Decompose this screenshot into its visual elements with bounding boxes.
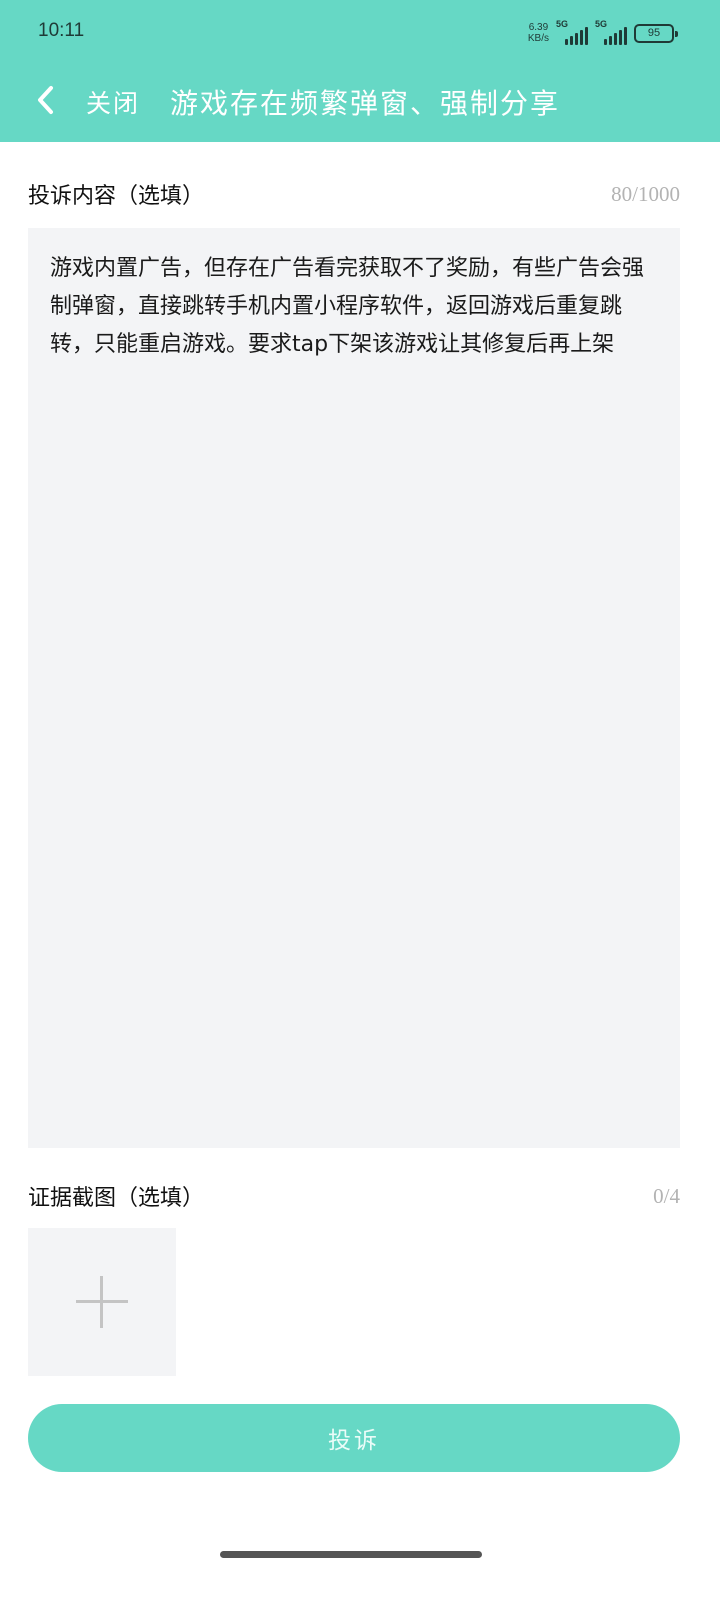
home-indicator[interactable] bbox=[220, 1551, 482, 1558]
battery-icon: 95 bbox=[634, 23, 678, 43]
complaint-content-label: 投诉内容（选填） bbox=[28, 184, 205, 209]
chevron-left-icon bbox=[38, 86, 53, 114]
complaint-textarea[interactable]: 游戏内置广告，但存在广告看完获取不了奖励，有些广告会强制弹窗，直接跳转手机内置小… bbox=[28, 228, 680, 1148]
network-speed: 6.39 KB/s bbox=[528, 22, 549, 44]
complaint-text: 游戏内置广告，但存在广告看完获取不了奖励，有些广告会强制弹窗，直接跳转手机内置小… bbox=[50, 256, 645, 357]
evidence-counter: 0/4 bbox=[653, 1184, 680, 1208]
status-icons: 6.39 KB/s 5G 5G 95 bbox=[528, 18, 678, 48]
complaint-char-counter: 80/1000 bbox=[611, 182, 680, 206]
back-button[interactable] bbox=[28, 82, 62, 118]
page-title: 游戏存在频繁弹窗、强制分享 bbox=[170, 87, 561, 120]
submit-complaint-button[interactable]: 投诉 bbox=[28, 1404, 680, 1472]
network-speed-value: 6.39 bbox=[528, 22, 549, 33]
app-header: 10:11 6.39 KB/s 5G 5G 95 关闭 游戏存在频繁弹窗、强制分… bbox=[0, 0, 720, 142]
signal-icon-sim2: 5G bbox=[595, 19, 627, 45]
evidence-screenshot-label: 证据截图（选填） bbox=[28, 1186, 205, 1211]
signal-icon-sim1: 5G bbox=[556, 19, 588, 45]
network-speed-unit: KB/s bbox=[527, 33, 549, 44]
battery-level: 95 bbox=[647, 27, 661, 39]
add-screenshot-button[interactable] bbox=[28, 1228, 176, 1376]
status-time: 10:11 bbox=[38, 20, 85, 41]
close-button[interactable]: 关闭 bbox=[86, 84, 140, 120]
